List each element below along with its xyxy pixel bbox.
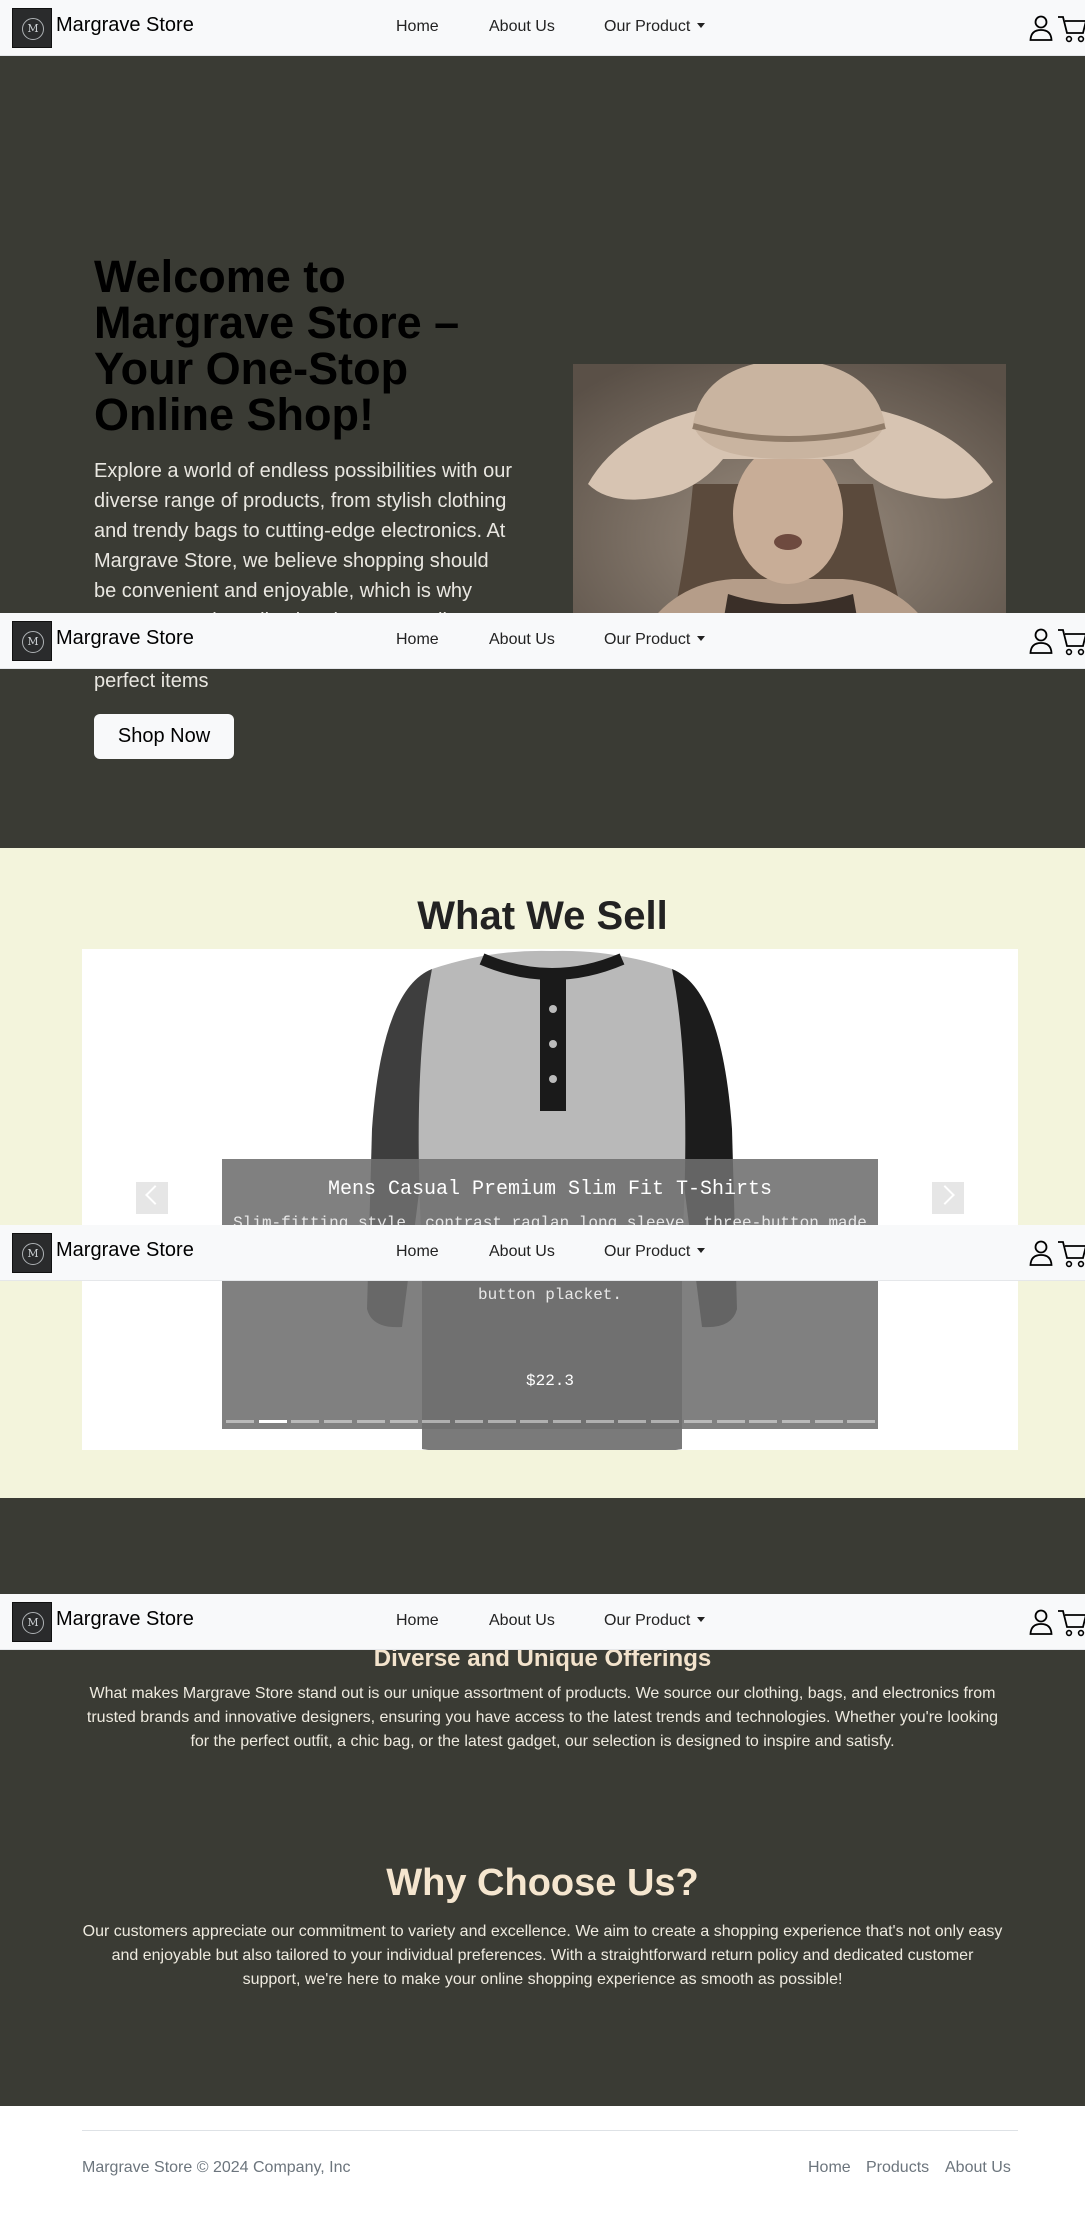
what-we-sell-section: What We Sell Mens Casual Premium Slim Fi…: [0, 848, 1085, 1498]
carousel-indicator[interactable]: [258, 1420, 287, 1423]
chevron-right-icon: [935, 1185, 955, 1205]
carousel-indicator[interactable]: [585, 1420, 614, 1423]
nav-dropdown-our-product[interactable]: Our Product: [604, 1611, 706, 1631]
caret-down-icon: [697, 636, 706, 641]
cart-icon[interactable]: [1057, 13, 1085, 43]
nav-dropdown-our-product[interactable]: Our Product: [604, 630, 706, 650]
woman-in-hat-illustration: [573, 364, 1006, 652]
nav-link-home[interactable]: Home: [396, 1242, 439, 1262]
logo-letter: M: [22, 1612, 44, 1634]
carousel-indicator[interactable]: [487, 1420, 516, 1423]
carousel-caption: Mens Casual Premium Slim Fit T-Shirts Sl…: [222, 1159, 878, 1429]
carousel-indicator[interactable]: [618, 1420, 647, 1423]
brand-logo[interactable]: M: [12, 1233, 52, 1273]
brand-logo[interactable]: M: [12, 621, 52, 661]
carousel-indicator[interactable]: [683, 1420, 712, 1423]
nav-dropdown-label: Our Product: [604, 1243, 691, 1260]
carousel-indicator[interactable]: [847, 1420, 876, 1423]
footer-link-products[interactable]: Products: [866, 2158, 929, 2178]
logo-letter: M: [22, 1243, 44, 1265]
nav-dropdown-label: Our Product: [604, 631, 691, 648]
carousel-indicator[interactable]: [226, 1420, 254, 1423]
caret-down-icon: [697, 1617, 706, 1622]
footer-copyright: Margrave Store © 2024 Company, Inc: [82, 2159, 351, 2176]
cart-icon[interactable]: [1057, 1607, 1085, 1637]
cart-icon[interactable]: [1057, 626, 1085, 656]
section-title: What We Sell: [417, 894, 668, 938]
brand-logo[interactable]: M: [12, 1602, 52, 1642]
brand-name[interactable]: Margrave Store: [56, 1606, 194, 1632]
nav-link-home[interactable]: Home: [396, 17, 439, 37]
carousel-indicator[interactable]: [781, 1420, 810, 1423]
carousel-indicator[interactable]: [422, 1420, 451, 1423]
why-choose-us-title: Why Choose Us?: [386, 1862, 699, 1904]
carousel-indicator[interactable]: [520, 1420, 549, 1423]
carousel-next-button[interactable]: [932, 1182, 964, 1214]
carousel-indicator[interactable]: [553, 1420, 581, 1423]
product-price: $22.3: [525, 1372, 574, 1390]
navbar: M Margrave Store Home About Us Our Produ…: [0, 1594, 1085, 1650]
navbar: M Margrave Store Home About Us Our Produ…: [0, 1225, 1085, 1281]
chevron-left-icon: [145, 1185, 165, 1205]
logo-letter: M: [22, 631, 44, 653]
footer: Margrave Store © 2024 Company, Inc Home …: [0, 2106, 1085, 2228]
user-icon[interactable]: [1029, 1240, 1053, 1266]
carousel-indicator[interactable]: [389, 1420, 418, 1423]
info-section: Diverse and Unique Offerings What makes …: [0, 1498, 1085, 2106]
user-icon[interactable]: [1029, 628, 1053, 654]
hero-section: Welcome to Margrave Store – Your One-Sto…: [0, 56, 1085, 848]
footer-link-about[interactable]: About Us: [945, 2158, 1011, 2178]
navbar: M Margrave Store Home About Us Our Produ…: [0, 613, 1085, 669]
carousel-indicator[interactable]: [291, 1420, 320, 1423]
product-title: Mens Casual Premium Slim Fit T-Shirts: [327, 1178, 773, 1201]
carousel-indicators: [224, 1420, 878, 1423]
hero-title: Welcome to Margrave Store – Your One-Sto…: [94, 251, 460, 440]
nav-link-about-us[interactable]: About Us: [489, 17, 555, 37]
caret-down-icon: [697, 23, 706, 28]
brand-logo[interactable]: M: [12, 8, 52, 48]
brand-name[interactable]: Margrave Store: [56, 625, 194, 651]
nav-link-about-us[interactable]: About Us: [489, 1242, 555, 1262]
user-icon[interactable]: [1029, 1609, 1053, 1635]
navbar: M Margrave Store Home About Us Our Produ…: [0, 0, 1085, 56]
nav-link-about-us[interactable]: About Us: [489, 1611, 555, 1631]
user-icon[interactable]: [1029, 15, 1053, 41]
carousel-indicator[interactable]: [651, 1420, 680, 1423]
logo-letter: M: [22, 18, 44, 40]
caret-down-icon: [697, 1248, 706, 1253]
footer-link-home[interactable]: Home: [808, 2158, 851, 2178]
brand-name[interactable]: Margrave Store: [56, 12, 194, 38]
nav-dropdown-label: Our Product: [604, 1612, 691, 1629]
product-carousel[interactable]: Mens Casual Premium Slim Fit T-Shirts Sl…: [82, 949, 1018, 1450]
offerings-text: What makes Margrave Store stand out is o…: [86, 1685, 999, 1750]
why-choose-us-text: Our customers appreciate our commitment …: [82, 1923, 1003, 1988]
footer-divider: [82, 2130, 1018, 2131]
nav-link-home[interactable]: Home: [396, 1611, 439, 1631]
hero-image: [573, 364, 1006, 652]
shop-now-button[interactable]: Shop Now: [94, 714, 234, 759]
nav-dropdown-label: Our Product: [604, 18, 691, 35]
carousel-indicator[interactable]: [324, 1420, 353, 1423]
carousel-indicator[interactable]: [454, 1420, 483, 1423]
carousel-indicator[interactable]: [814, 1420, 843, 1423]
nav-dropdown-our-product[interactable]: Our Product: [604, 1242, 706, 1262]
nav-dropdown-our-product[interactable]: Our Product: [604, 17, 706, 37]
carousel-indicator[interactable]: [716, 1420, 745, 1423]
brand-name[interactable]: Margrave Store: [56, 1237, 194, 1263]
cart-icon[interactable]: [1057, 1238, 1085, 1268]
nav-link-about-us[interactable]: About Us: [489, 630, 555, 650]
carousel-indicator[interactable]: [749, 1420, 778, 1423]
carousel-indicator[interactable]: [356, 1420, 385, 1423]
nav-link-home[interactable]: Home: [396, 630, 439, 650]
carousel-prev-button[interactable]: [136, 1182, 168, 1214]
